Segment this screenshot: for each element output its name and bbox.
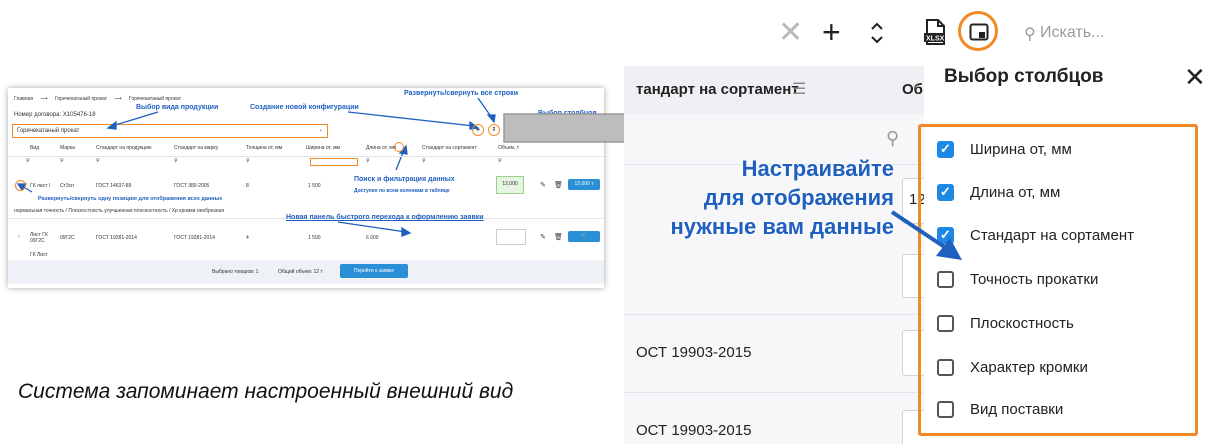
selected-count: Выбрано товаров: 1 xyxy=(212,269,259,275)
divider xyxy=(624,392,924,393)
column-option-label: Характер кромки xyxy=(970,358,1088,376)
search-icon[interactable]: ⚲ xyxy=(422,158,426,164)
header-std-assortment[interactable]: Стандарт на сортамент xyxy=(422,145,477,151)
header-grade[interactable]: Марка xyxy=(60,145,75,151)
cell-width: 1 500 xyxy=(308,183,321,189)
svg-text:XLSX: XLSX xyxy=(926,36,945,43)
checkbox[interactable] xyxy=(937,400,954,418)
close-icon[interactable]: ✕ xyxy=(1184,62,1206,93)
search-icon[interactable]: ⚲ xyxy=(246,158,250,164)
add-icon[interactable]: + xyxy=(822,16,841,48)
cell-std-assortment: ОСТ 19903-2015 xyxy=(636,422,752,439)
checkbox[interactable] xyxy=(937,358,954,376)
callout-text: Настраивайте для отображения нужные вам … xyxy=(636,154,894,241)
table-header: тандарт на сортамент ☰ Об xyxy=(624,66,924,114)
cell-std-grade: ГОСТ 380-2005 xyxy=(174,183,210,189)
cart-button[interactable]: 🛒 xyxy=(568,231,600,242)
header-kind[interactable]: Вид xyxy=(30,145,39,151)
header-width[interactable]: Ширина от, мм xyxy=(306,145,340,151)
cell-width: 1 500 xyxy=(308,235,321,241)
cell-grade: 09Г2С xyxy=(60,235,75,241)
chevron-right-icon[interactable]: › xyxy=(18,234,20,240)
column-option[interactable]: Вид поставки xyxy=(937,395,1063,423)
table-row[interactable]: › Лист ГК 09Г2С 09Г2С ГОСТ 19281-2014 ГО… xyxy=(8,226,604,248)
trash-icon[interactable]: 🗑 xyxy=(554,233,563,241)
search-icon[interactable]: ⚲ xyxy=(174,158,178,164)
trash-icon[interactable]: 🗑 xyxy=(554,181,563,189)
expand-collapse-icon[interactable] xyxy=(870,20,884,46)
cell-thickness: 4 xyxy=(246,235,249,241)
column-option-label: Ширина от, мм xyxy=(970,140,1072,158)
checkbox[interactable]: ✓ xyxy=(937,183,954,201)
search-icon[interactable]: ⚲ xyxy=(886,128,899,149)
column-option-label: Вид поставки xyxy=(970,400,1064,418)
expand-row-button[interactable] xyxy=(15,180,26,191)
add-config-button[interactable]: + xyxy=(472,124,484,136)
header-thickness[interactable]: Толщина от, мм xyxy=(246,145,282,151)
column-option-label: Стандарт на сортамент xyxy=(970,226,1134,244)
callout-line: нужные вам данные xyxy=(670,214,894,239)
expand-all-button[interactable]: ⇕ xyxy=(488,124,500,136)
table-row[interactable]: ГК лист І Ст3сп ГОСТ 14637-89 ГОСТ 380-2… xyxy=(8,174,604,196)
header-volume[interactable]: Об xyxy=(902,81,923,98)
table-background xyxy=(624,66,924,444)
callout-line: Настраивайте xyxy=(741,156,894,181)
header-std-product[interactable]: Стандарт на продукцию xyxy=(96,145,152,151)
edit-icon[interactable]: ✎ xyxy=(540,181,546,189)
search-icon[interactable]: ⚲ xyxy=(60,158,64,164)
column-option[interactable]: ✓ Длина от, мм xyxy=(937,178,1060,206)
total-volume: Общий объем: 12 т xyxy=(278,269,323,275)
annotation-expand-one: Развернуть/свернуть одну позицию для ото… xyxy=(38,196,223,202)
checkbox[interactable]: ✓ xyxy=(937,140,954,158)
header-length[interactable]: Длина от, мм xyxy=(366,145,396,151)
filter-input[interactable] xyxy=(310,158,358,166)
cell-kind: ГК Лист xyxy=(30,252,48,258)
cell-length: 6 000 xyxy=(366,235,379,241)
column-chooser-button[interactable] xyxy=(958,11,998,51)
header-std-grade[interactable]: Стандарт на марку xyxy=(174,145,218,151)
checkbox[interactable] xyxy=(937,314,954,332)
edit-icon[interactable]: ✎ xyxy=(540,233,546,241)
search-input[interactable]: Искать... xyxy=(1040,24,1104,42)
cell-kind: ГК лист І xyxy=(30,183,51,189)
column-option-label: Плоскостность xyxy=(970,314,1074,332)
column-option-label: Длина от, мм xyxy=(970,183,1061,201)
cell-kind: Лист ГК 09Г2С xyxy=(30,232,48,244)
column-option[interactable]: Характер кромки xyxy=(937,353,1088,381)
excel-export-icon[interactable]: XLSX xyxy=(922,18,948,46)
callout-line: для отображения xyxy=(703,185,894,210)
divider xyxy=(624,314,924,315)
quick-order-panel: Выбрано товаров: 1 Общий объем: 12 т Пер… xyxy=(8,260,604,284)
close-icon[interactable]: ✕ xyxy=(778,18,803,48)
go-to-order-button[interactable]: Перейти к заявке xyxy=(340,264,408,278)
cell-std-product: ГОСТ 14637-89 xyxy=(96,183,132,189)
add-to-cart-button[interactable]: 12,000 т xyxy=(568,179,600,190)
cell-thickness: 8 xyxy=(246,183,249,189)
column-list: ✓ Ширина от, мм ✓ Длина от, мм ✓ Стандар… xyxy=(918,124,1198,436)
cell-std-product: ГОСТ 19281-2014 xyxy=(96,235,137,241)
search-icon: ⚲ xyxy=(1024,26,1036,43)
cell-std-assortment: ОСТ 19903-2015 xyxy=(636,344,752,361)
search-icon[interactable]: ⚲ xyxy=(366,158,370,164)
columns-menu-button[interactable] xyxy=(394,142,404,152)
volume-input[interactable] xyxy=(496,229,526,245)
pointer-arrow-icon xyxy=(890,210,962,260)
panel-title: Выбор столбцов xyxy=(944,66,1104,87)
column-option-label: Точность прокатки xyxy=(970,270,1099,288)
volume-input[interactable]: 12,000 xyxy=(496,176,524,194)
filter-icon[interactable]: ☰ xyxy=(792,79,806,99)
checkbox[interactable] xyxy=(937,270,954,288)
search-icon[interactable]: ⚲ xyxy=(96,158,100,164)
column-option[interactable]: ✓ Ширина от, мм xyxy=(937,135,1072,163)
cell-grade: Ст3сп xyxy=(60,183,74,189)
annotation-quick-panel: Новая панель быстрого перехода к оформле… xyxy=(286,214,484,221)
header-std-assortment[interactable]: тандарт на сортамент xyxy=(636,81,799,98)
columns-icon xyxy=(969,23,989,41)
search-icon[interactable]: ⚲ xyxy=(26,158,30,164)
cell-std-grade: ГОСТ 19281-2014 xyxy=(174,235,215,241)
caption: Система запоминает настроенный внешний в… xyxy=(18,380,514,403)
column-option[interactable]: Плоскостность xyxy=(937,309,1074,337)
row-details: нормальная точность / Плоскостность улуч… xyxy=(14,208,225,214)
